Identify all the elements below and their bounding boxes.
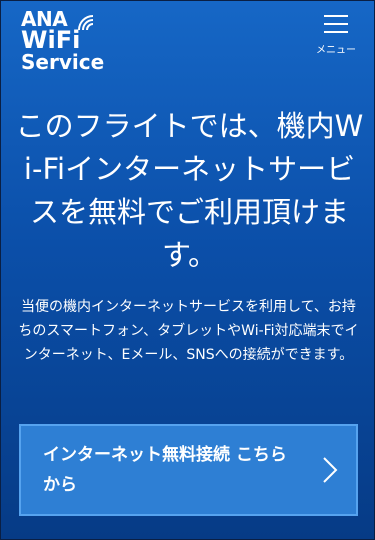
logo-wifi-text: WiFi bbox=[21, 15, 104, 54]
hamburger-icon bbox=[324, 15, 348, 39]
logo-service-text: Service bbox=[21, 50, 105, 74]
ana-wifi-service-logo: ANA WiFi Service bbox=[21, 9, 104, 72]
page-headline: このフライトでは、機内Wi-Fiインターネットサービスを無料でご利用頂けます。 bbox=[15, 109, 364, 272]
connect-button-label: インターネット無料接続 こちらから bbox=[43, 445, 287, 495]
logo-wifi-word: WiFi bbox=[21, 26, 81, 54]
chevron-right-icon bbox=[323, 457, 338, 483]
wifi-signal-icon bbox=[78, 15, 94, 31]
service-description: 当便の機内インターネットサービスを利用して、お持ちのスマートフォン、タブレットや… bbox=[18, 299, 359, 363]
menu-label: メニュー bbox=[316, 45, 356, 56]
free-internet-connect-button[interactable]: インターネット無料接続 こちらから bbox=[19, 424, 358, 516]
app-screen: ANA WiFi Service メニュー このフライトでは、機内Wi-Fiイン… bbox=[0, 0, 375, 540]
menu-button[interactable]: メニュー bbox=[316, 15, 356, 56]
